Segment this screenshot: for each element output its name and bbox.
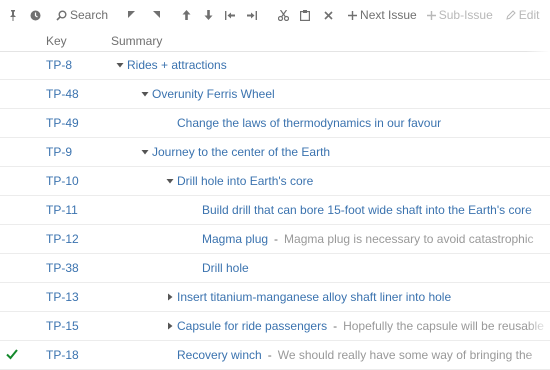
plus-icon: [426, 10, 436, 20]
issue-summary-cell: Insert titanium-manganese alloy shaft li…: [165, 290, 451, 304]
issue-summary-cell: Overunity Ferris Wheel: [140, 87, 275, 101]
issue-summary[interactable]: Rides + attractions: [127, 58, 227, 72]
next-issue-button[interactable]: Next Issue: [348, 8, 417, 22]
issue-row[interactable]: TP-15 Capsule for ride passengers - Hopeful…: [0, 312, 550, 341]
issue-row[interactable]: TP-49 Change the laws of thermodynamics i…: [0, 109, 550, 138]
clipboard-icon: [300, 9, 311, 21]
issue-summary[interactable]: Magma plug: [202, 232, 268, 246]
issue-description: Magma plug is necessary to avoid catastr…: [284, 232, 534, 246]
expand-arrow-down-icon[interactable]: [115, 60, 125, 70]
issue-row[interactable]: TP-18 Recovery winch - We should really hav…: [0, 341, 550, 370]
expand-arrow-down-icon[interactable]: [140, 89, 150, 99]
issue-row[interactable]: TP-13 Insert titanium-manganese alloy sha…: [0, 283, 550, 312]
issue-key[interactable]: TP-10: [46, 174, 79, 188]
issue-row[interactable]: TP-10 Drill hole into Earth's core: [0, 167, 550, 196]
issue-summary[interactable]: Build drill that can bore 15-foot wide s…: [202, 203, 532, 217]
column-header-key[interactable]: Key: [46, 34, 67, 48]
issue-summary-cell: Build drill that can bore 15-foot wide s…: [202, 203, 532, 217]
issue-key[interactable]: TP-49: [46, 116, 79, 130]
column-header-summary[interactable]: Summary: [111, 34, 162, 48]
issue-summary-cell: Drill hole into Earth's core: [165, 174, 313, 188]
expand-arrow-down-icon[interactable]: [165, 176, 175, 186]
issue-key[interactable]: TP-8: [46, 58, 72, 72]
issue-key[interactable]: TP-9: [46, 145, 72, 159]
issue-summary[interactable]: Insert titanium-manganese alloy shaft li…: [177, 290, 451, 304]
issue-key[interactable]: TP-12: [46, 232, 79, 246]
issue-key[interactable]: TP-15: [46, 319, 79, 333]
next-issue-label: Next Issue: [360, 8, 417, 22]
expand-arrow-right-icon[interactable]: [165, 321, 175, 331]
summary-separator: -: [274, 232, 279, 246]
issue-key[interactable]: TP-38: [46, 261, 79, 275]
pencil-icon: [506, 10, 516, 20]
issue-summary-cell: Capsule for ride passengers - Hopefully th…: [165, 319, 544, 333]
indent-icon: [247, 10, 258, 20]
clock-icon: [30, 10, 41, 20]
issue-list: TP-8 Rides + attractions TP-48 Overunity Fe…: [0, 51, 550, 370]
issue-summary-cell: Change the laws of thermodynamics in our…: [177, 116, 441, 130]
issue-summary[interactable]: Journey to the center of the Earth: [152, 145, 330, 159]
row-overflow-fade: [526, 283, 550, 311]
toolbar: Search Next Issue Sub-Issue Edit: [0, 0, 550, 30]
issue-key[interactable]: TP-11: [46, 203, 78, 217]
issue-row[interactable]: TP-9 Journey to the center of the Earth: [0, 138, 550, 167]
issue-summary-cell: Journey to the center of the Earth: [140, 145, 330, 159]
issue-summary[interactable]: Overunity Ferris Wheel: [152, 87, 275, 101]
issue-summary[interactable]: Change the laws of thermodynamics in our…: [177, 116, 441, 130]
row-overflow-fade: [526, 109, 550, 137]
expand-arrow-down-icon[interactable]: [140, 147, 150, 157]
summary-separator: -: [333, 319, 338, 333]
move-down-button[interactable]: [204, 10, 213, 20]
issue-key[interactable]: TP-13: [46, 290, 79, 304]
issue-summary[interactable]: Drill hole: [202, 261, 249, 275]
checkmark-icon: [6, 349, 18, 360]
plus-icon: [348, 10, 358, 20]
issue-description: Hopefully the capsule will be reusable: [343, 319, 544, 333]
issue-row[interactable]: TP-11 Build drill that can bore 15-foot w…: [0, 196, 550, 225]
issue-row[interactable]: TP-12 Magma plug - Magma plug is necessary …: [0, 225, 550, 254]
arrow-up-icon: [182, 10, 191, 20]
search-icon: [56, 10, 67, 21]
issue-summary[interactable]: Capsule for ride passengers: [177, 319, 327, 333]
issue-summary-cell: Magma plug - Magma plug is necessary to av…: [202, 232, 534, 246]
move-up-left-button[interactable]: [128, 11, 136, 19]
issue-summary[interactable]: Drill hole into Earth's core: [177, 174, 313, 188]
issue-summary-cell: Drill hole: [202, 261, 249, 275]
sub-issue-button[interactable]: Sub-Issue: [426, 8, 493, 22]
sub-issue-label: Sub-Issue: [438, 8, 493, 22]
move-down-right-button[interactable]: [152, 11, 161, 19]
column-header: Key Summary: [0, 31, 550, 52]
move-up-button[interactable]: [182, 10, 191, 20]
issue-row[interactable]: TP-8 Rides + attractions: [0, 51, 550, 80]
scissors-icon: [278, 9, 290, 21]
pin-button[interactable]: [8, 9, 18, 21]
issue-summary-cell: Rides + attractions: [115, 58, 227, 72]
history-button[interactable]: [30, 10, 41, 21]
row-overflow-fade: [526, 167, 550, 195]
outdent-button[interactable]: [225, 10, 236, 20]
search-button[interactable]: Search: [56, 8, 108, 22]
expand-arrow-right-icon[interactable]: [165, 292, 175, 302]
row-overflow-fade: [526, 138, 550, 166]
row-overflow-fade: [526, 80, 550, 108]
arrow-down-right-icon: [153, 11, 161, 18]
cut-button[interactable]: [278, 9, 290, 21]
row-overflow-fade: [526, 254, 550, 282]
row-overflow-fade: [526, 51, 550, 79]
arrow-up-left-icon: [128, 11, 136, 18]
edit-label: Edit: [518, 8, 540, 22]
edit-button[interactable]: Edit: [506, 8, 540, 22]
close-icon: [324, 10, 333, 20]
delete-button[interactable]: [324, 10, 333, 20]
issue-key[interactable]: TP-48: [46, 87, 79, 101]
indent-button[interactable]: [247, 10, 258, 20]
paste-button[interactable]: [300, 9, 311, 21]
issue-row[interactable]: TP-38 Drill hole: [0, 254, 550, 283]
outdent-icon: [225, 10, 236, 20]
issue-row[interactable]: TP-48 Overunity Ferris Wheel: [0, 80, 550, 109]
arrow-down-icon: [204, 10, 213, 20]
search-label: Search: [70, 8, 109, 22]
pin-icon: [10, 10, 16, 21]
